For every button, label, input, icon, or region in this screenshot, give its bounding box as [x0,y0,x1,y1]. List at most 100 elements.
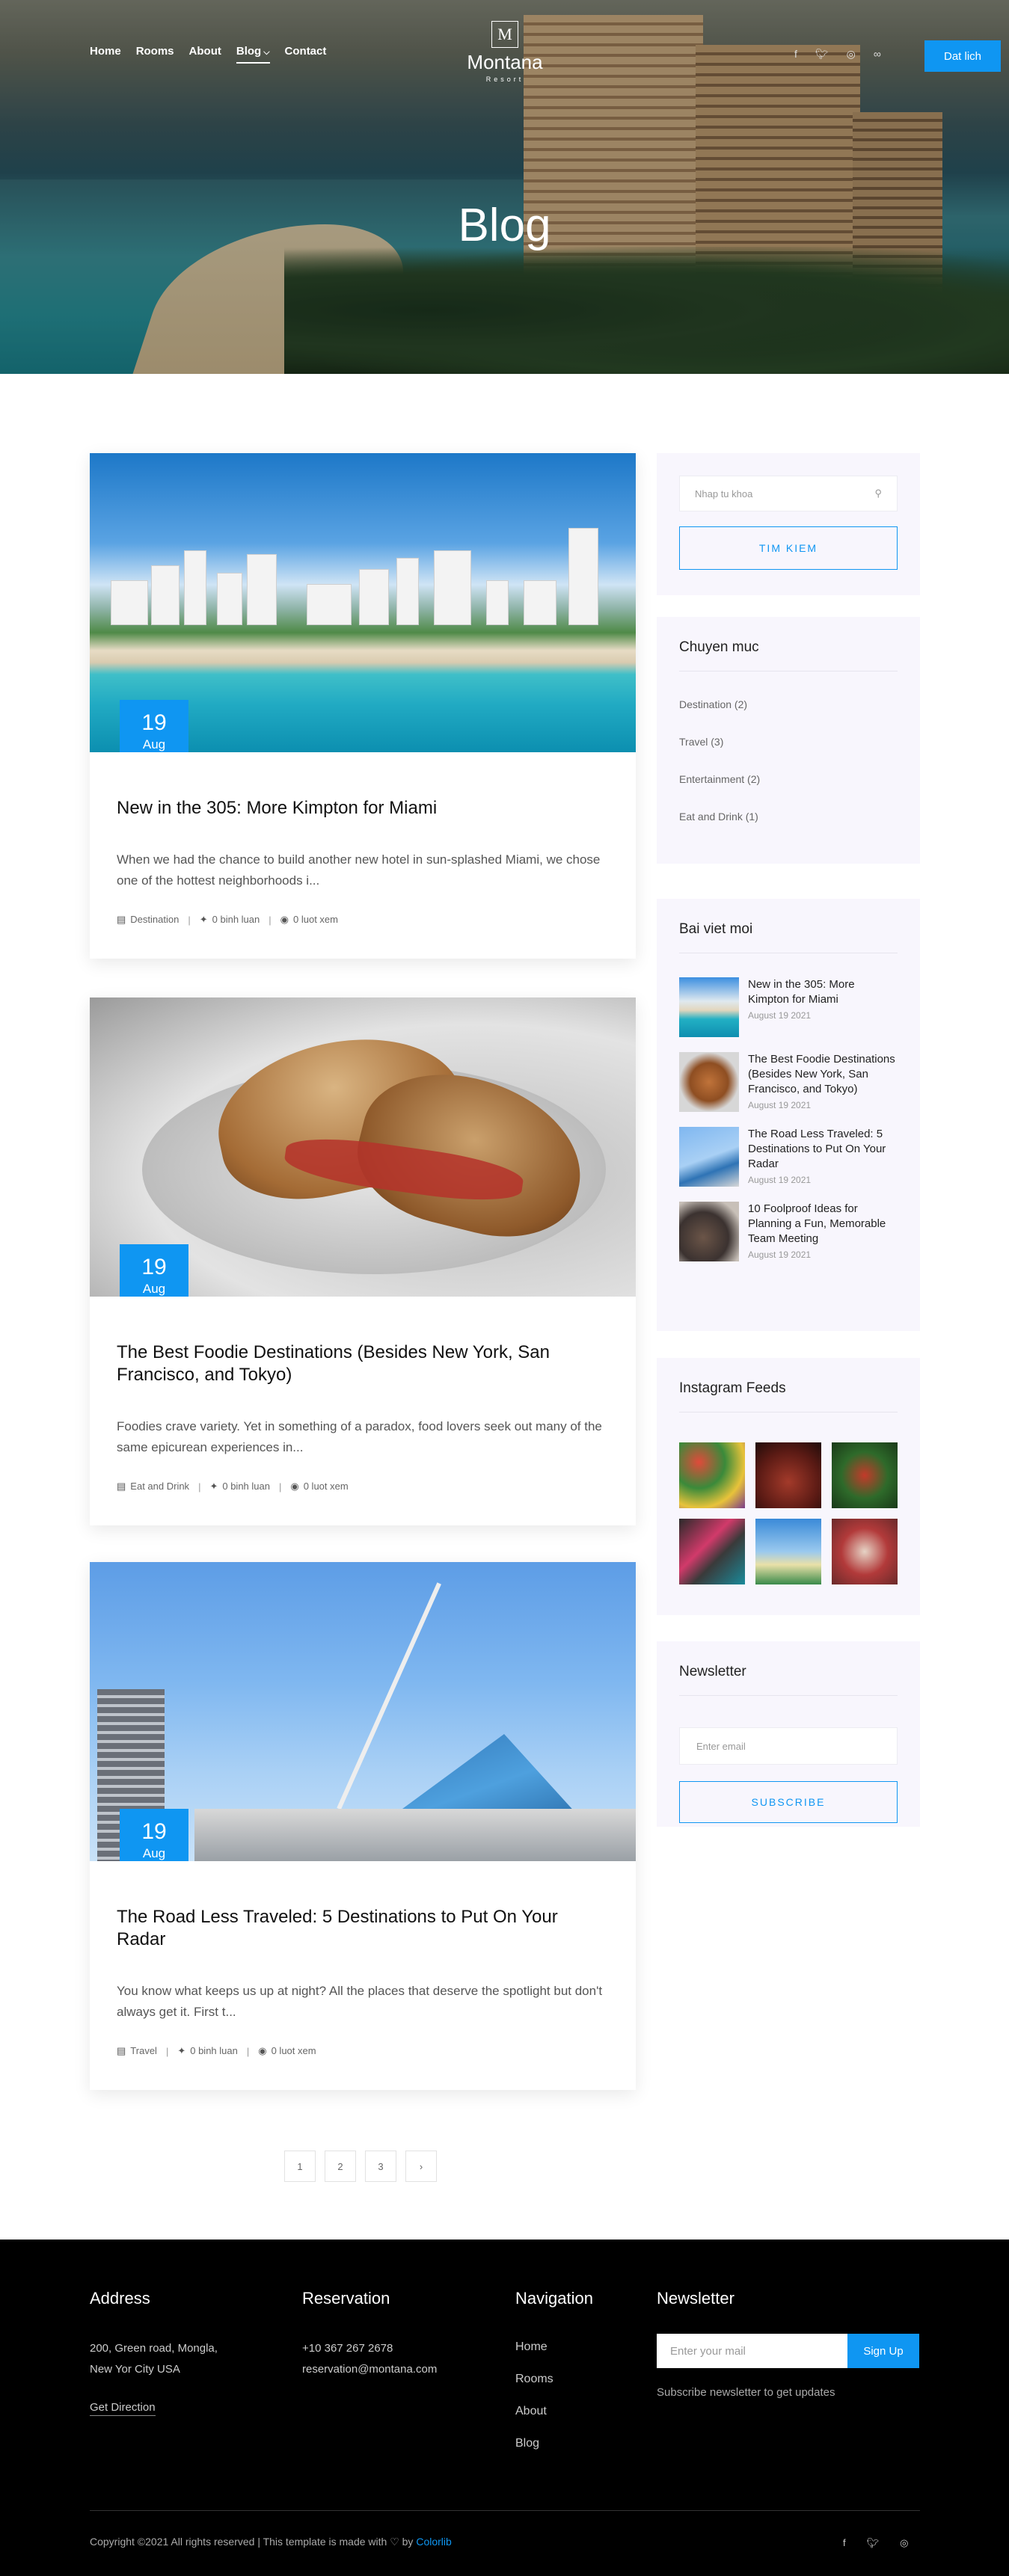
sign-up-button[interactable]: Sign Up [847,2334,919,2368]
recent-post-thumb [679,1127,739,1187]
recent-post-item[interactable]: The Road Less Traveled: 5 Destinations t… [679,1127,898,1187]
post-category: Travel [130,2045,157,2056]
categories-widget: Chuyen muc Destination (2) Travel (3) En… [657,617,920,864]
post-category: Destination [130,914,180,925]
facebook-icon[interactable]: f [794,48,797,61]
calendar-icon: ▤ [117,1481,126,1492]
instagram-widget: Instagram Feeds [657,1358,920,1615]
nav-blog[interactable]: Blog ⌵ [236,45,270,64]
category-item[interactable]: Eat and Drink (1) [679,811,898,823]
footer-reservation: Reservation +10 367 267 2678 reservation… [302,2289,438,2376]
post-title[interactable]: The Best Foodie Destinations (Besides Ne… [117,1341,609,1386]
facebook-icon[interactable]: f [843,2537,846,2549]
post-excerpt: When we had the chance to build another … [117,852,601,888]
footer-socials: f 🐦︎ ◎ [843,2537,908,2549]
blog-post-card: 19 Aug New in the 305: More Kimpton for … [90,453,636,959]
recent-post-item[interactable]: 10 Foolproof Ideas for Planning a Fun, M… [679,1202,898,1261]
comment-icon: ✦ [177,2045,186,2056]
footer-divider [90,2510,920,2511]
instagram-photo[interactable] [832,1442,898,1508]
eye-icon: ◉ [290,1481,299,1492]
blog-post-card: 19 Aug The Road Less Traveled: 5 Destina… [90,1562,636,2090]
instagram-photo[interactable] [679,1442,745,1508]
recent-post-item[interactable]: New in the 305: More Kimpton for Miami Au… [679,977,898,1037]
header-socials: f 🐦︎ ◎ ∞ [794,48,881,61]
twitter-icon[interactable]: 🐦︎ [815,48,829,61]
categories-title: Chuyen muc [679,639,898,671]
nav-home[interactable]: Home [90,45,121,64]
instagram-icon[interactable]: ◎ [900,2537,908,2549]
nav-about[interactable]: About [189,45,221,64]
post-excerpt: You know what keeps us up at night? All … [117,1984,603,2019]
footer-nav-blog[interactable]: Blog [515,2427,593,2459]
eye-icon: ◉ [280,914,289,925]
footer-nav-about[interactable]: About [515,2395,593,2427]
instagram-grid [679,1442,898,1584]
site-logo[interactable]: M Montana Resort [464,21,546,83]
post-image[interactable]: 19 Aug [90,1562,636,1861]
nav-rooms[interactable]: Rooms [136,45,174,64]
logo-mark: M [491,21,518,48]
footer-email-input[interactable]: Enter your mail [657,2334,847,2368]
next-page-button[interactable]: › [405,2151,437,2182]
newsletter-title: Newsletter [679,1664,898,1696]
instagram-photo[interactable] [755,1519,821,1584]
post-title[interactable]: The Road Less Traveled: 5 Destinations t… [117,1906,609,1951]
recent-post-thumb [679,977,739,1037]
category-item[interactable]: Entertainment (2) [679,773,898,785]
search-icon: ⚲ [874,488,882,499]
page-1[interactable]: 1 [284,2151,316,2182]
recent-title: Bai viet moi [679,921,898,953]
subscribe-button[interactable]: SUBSCRIBE [679,1781,898,1823]
instagram-photo[interactable] [755,1442,821,1508]
post-views: 0 luot xem [293,914,338,925]
post-meta: ▤ Eat and Drink | ✦ 0 binh luan | ◉ 0 luot … [117,1481,349,1493]
page-3[interactable]: 3 [365,2151,396,2182]
main-content: 19 Aug New in the 305: More Kimpton for … [0,374,1009,2240]
footer-nav-rooms[interactable]: Rooms [515,2363,593,2395]
instagram-title: Instagram Feeds [679,1380,898,1413]
chevron-down-icon: ⌵ [263,48,270,57]
logo-subtitle: Resort [485,76,524,83]
email-input[interactable]: Enter email [679,1727,898,1765]
get-direction-link[interactable]: Get Direction [90,2401,156,2416]
search-input[interactable]: Nhap tu khoa ⚲ [679,476,898,511]
copyright: Copyright ©2021 All rights reserved | Th… [90,2536,452,2548]
instagram-photo[interactable] [832,1519,898,1584]
page-2[interactable]: 2 [325,2151,356,2182]
footer-address: Address 200, Green road, Mongla, New Yor… [90,2289,218,2416]
footer-newsletter: Newsletter Enter your mail Sign Up Subsc… [657,2289,919,2399]
instagram-icon[interactable]: ◎ [847,48,856,61]
colorlib-link[interactable]: Colorlib [416,2536,451,2548]
instagram-photo[interactable] [679,1519,745,1584]
post-meta: ▤ Travel | ✦ 0 binh luan | ◉ 0 luot xem [117,2045,316,2057]
tripadvisor-icon[interactable]: ∞ [874,48,881,61]
page-title: Blog [458,200,551,251]
main-nav: Home Rooms About Blog ⌵ Contact [90,45,326,64]
nav-contact[interactable]: Contact [285,45,327,64]
category-item[interactable]: Destination (2) [679,698,898,710]
post-meta: ▤ Destination | ✦ 0 binh luan | ◉ 0 luot xe… [117,914,338,926]
post-title[interactable]: New in the 305: More Kimpton for Miami [117,797,609,820]
footer-nav-home[interactable]: Home [515,2331,593,2363]
post-image[interactable]: 19 Aug [90,997,636,1297]
post-views: 0 luot xem [271,2045,316,2056]
category-item[interactable]: Travel (3) [679,736,898,748]
newsletter-caption: Subscribe newsletter to get updates [657,2386,835,2399]
post-date-badge: 19 Aug [120,1244,188,1297]
site-footer: Address 200, Green road, Mongla, New Yor… [0,2240,1009,2576]
twitter-icon[interactable]: 🐦︎ [867,2537,880,2549]
search-button[interactable]: TIM KIEM [679,526,898,570]
post-image[interactable]: 19 Aug [90,453,636,752]
search-widget: Nhap tu khoa ⚲ TIM KIEM [657,453,920,595]
post-date-badge: 19 Aug [120,1809,188,1861]
recent-post-item[interactable]: The Best Foodie Destinations (Besides Ne… [679,1052,898,1112]
newsletter-widget: Newsletter Enter email SUBSCRIBE [657,1641,920,1827]
calendar-icon: ▤ [117,2045,126,2056]
book-button[interactable]: Dat lich [924,40,1001,72]
post-category: Eat and Drink [130,1481,190,1492]
footer-navigation: Navigation Home Rooms About Blog [515,2289,593,2459]
recent-post-thumb [679,1202,739,1261]
comment-icon: ✦ [199,914,208,925]
post-comments: 0 binh luan [190,2045,238,2056]
